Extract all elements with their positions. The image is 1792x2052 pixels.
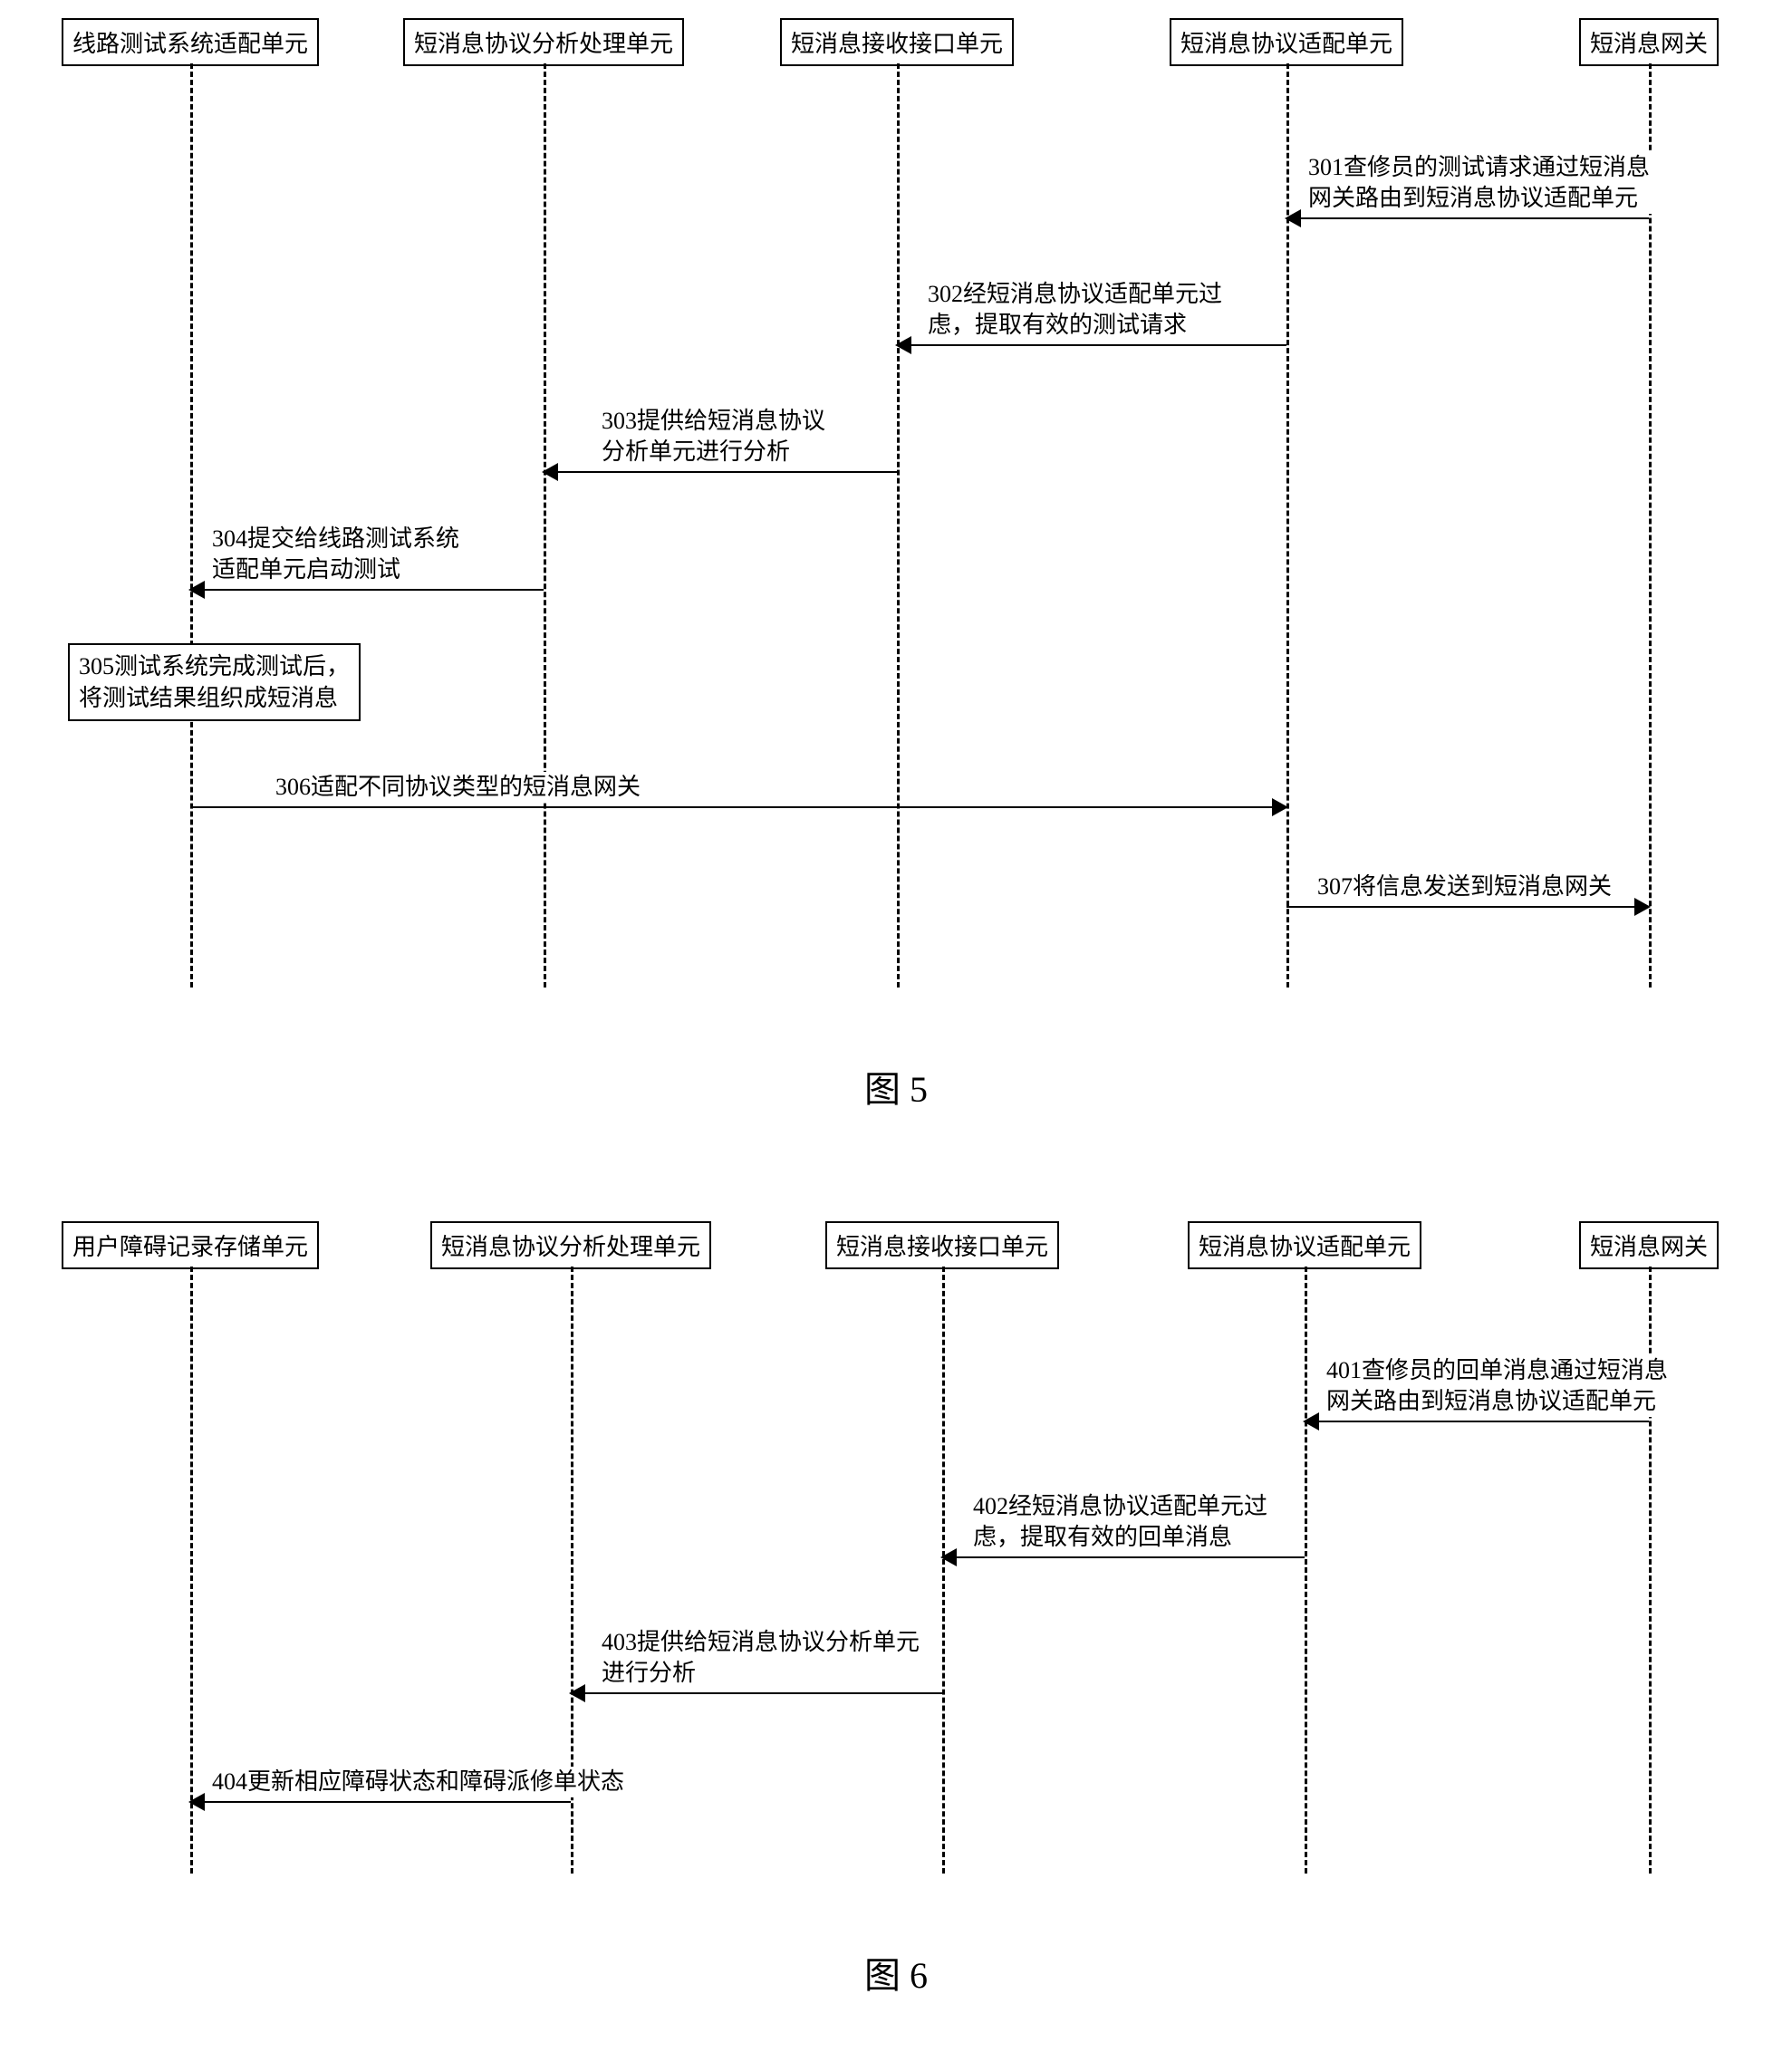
text: 进行分析 (602, 1660, 696, 1686)
note-box: 305测试系统完成测试后， 将测试结果组织成短消息 (68, 643, 361, 721)
text: 401查修员的回单消息通过短消息 (1326, 1357, 1668, 1383)
message-arrow (1305, 1421, 1649, 1422)
message-label: 306适配不同协议类型的短消息网关 (272, 772, 644, 803)
sequence-diagram-2: 用户障碍记录存储单元 短消息协议分析处理单元 短消息接收接口单元 短消息协议适配… (18, 1221, 1774, 1874)
message-label: 301查修员的测试请求通过短消息 网关路由到短消息协议适配单元 (1305, 152, 1653, 214)
actor-box: 线路测试系统适配单元 (62, 18, 319, 66)
lifeline (544, 63, 546, 987)
message-arrow (1286, 906, 1649, 908)
message-arrow (942, 1556, 1305, 1558)
lifeline (1286, 63, 1289, 987)
actor-box: 短消息协议分析处理单元 (403, 18, 684, 66)
actor-box: 短消息网关 (1579, 1221, 1719, 1269)
actor-box: 短消息接收接口单元 (825, 1221, 1059, 1269)
actor-box: 用户障碍记录存储单元 (62, 1221, 319, 1269)
sequence-diagram-1: 线路测试系统适配单元 短消息协议分析处理单元 短消息接收接口单元 短消息协议适配… (18, 18, 1774, 987)
lifeline (190, 63, 193, 987)
figure-caption: 图 5 (18, 1060, 1774, 1113)
actor-box: 短消息接收接口单元 (780, 18, 1014, 66)
message-arrow (190, 806, 1286, 808)
message-arrow (1286, 217, 1649, 219)
text: 网关路由到短消息协议适配单元 (1308, 185, 1638, 211)
message-label: 303提供给短消息协议 分析单元进行分析 (598, 406, 829, 467)
text: 302经短消息协议适配单元过 (928, 281, 1222, 307)
text: 网关路由到短消息协议适配单元 (1326, 1388, 1656, 1414)
text: 403提供给短消息协议分析单元 (602, 1629, 920, 1655)
message-label: 404更新相应障碍状态和障碍派修单状态 (208, 1767, 628, 1797)
lifeline (190, 1267, 193, 1874)
text: 303提供给短消息协议 (602, 408, 825, 434)
message-arrow (190, 589, 544, 591)
text: 402经短消息协议适配单元过 (973, 1493, 1267, 1519)
message-label: 304提交给线路测试系统 适配单元启动测试 (208, 524, 463, 585)
text: 分析单元进行分析 (602, 438, 790, 465)
text: 305测试系统完成测试后， (79, 653, 350, 679)
message-arrow (190, 1801, 571, 1803)
message-arrow (571, 1692, 942, 1694)
figure-caption: 图 6 (18, 1946, 1774, 1999)
lifeline (942, 1267, 945, 1874)
message-label: 402经短消息协议适配单元过 虑，提取有效的回单消息 (969, 1491, 1271, 1553)
actor-box: 短消息协议分析处理单元 (430, 1221, 711, 1269)
message-label: 307将信息发送到短消息网关 (1314, 872, 1615, 902)
lifeline (897, 63, 900, 987)
text: 304提交给线路测试系统 (212, 525, 459, 552)
text: 虑，提取有效的测试请求 (928, 312, 1187, 338)
message-arrow (897, 344, 1286, 346)
text: 301查修员的测试请求通过短消息 (1308, 154, 1650, 180)
actor-box: 短消息协议适配单元 (1170, 18, 1403, 66)
message-arrow (544, 471, 897, 473)
text: 虑，提取有效的回单消息 (973, 1524, 1232, 1550)
lifeline (1305, 1267, 1307, 1874)
text: 将测试结果组织成短消息 (79, 685, 338, 711)
actor-box: 短消息协议适配单元 (1188, 1221, 1421, 1269)
message-label: 403提供给短消息协议分析单元 进行分析 (598, 1627, 923, 1689)
message-label: 401查修员的回单消息通过短消息 网关路由到短消息协议适配单元 (1323, 1355, 1672, 1417)
actor-box: 短消息网关 (1579, 18, 1719, 66)
text: 适配单元启动测试 (212, 556, 400, 583)
message-label: 302经短消息协议适配单元过 虑，提取有效的测试请求 (924, 279, 1226, 341)
